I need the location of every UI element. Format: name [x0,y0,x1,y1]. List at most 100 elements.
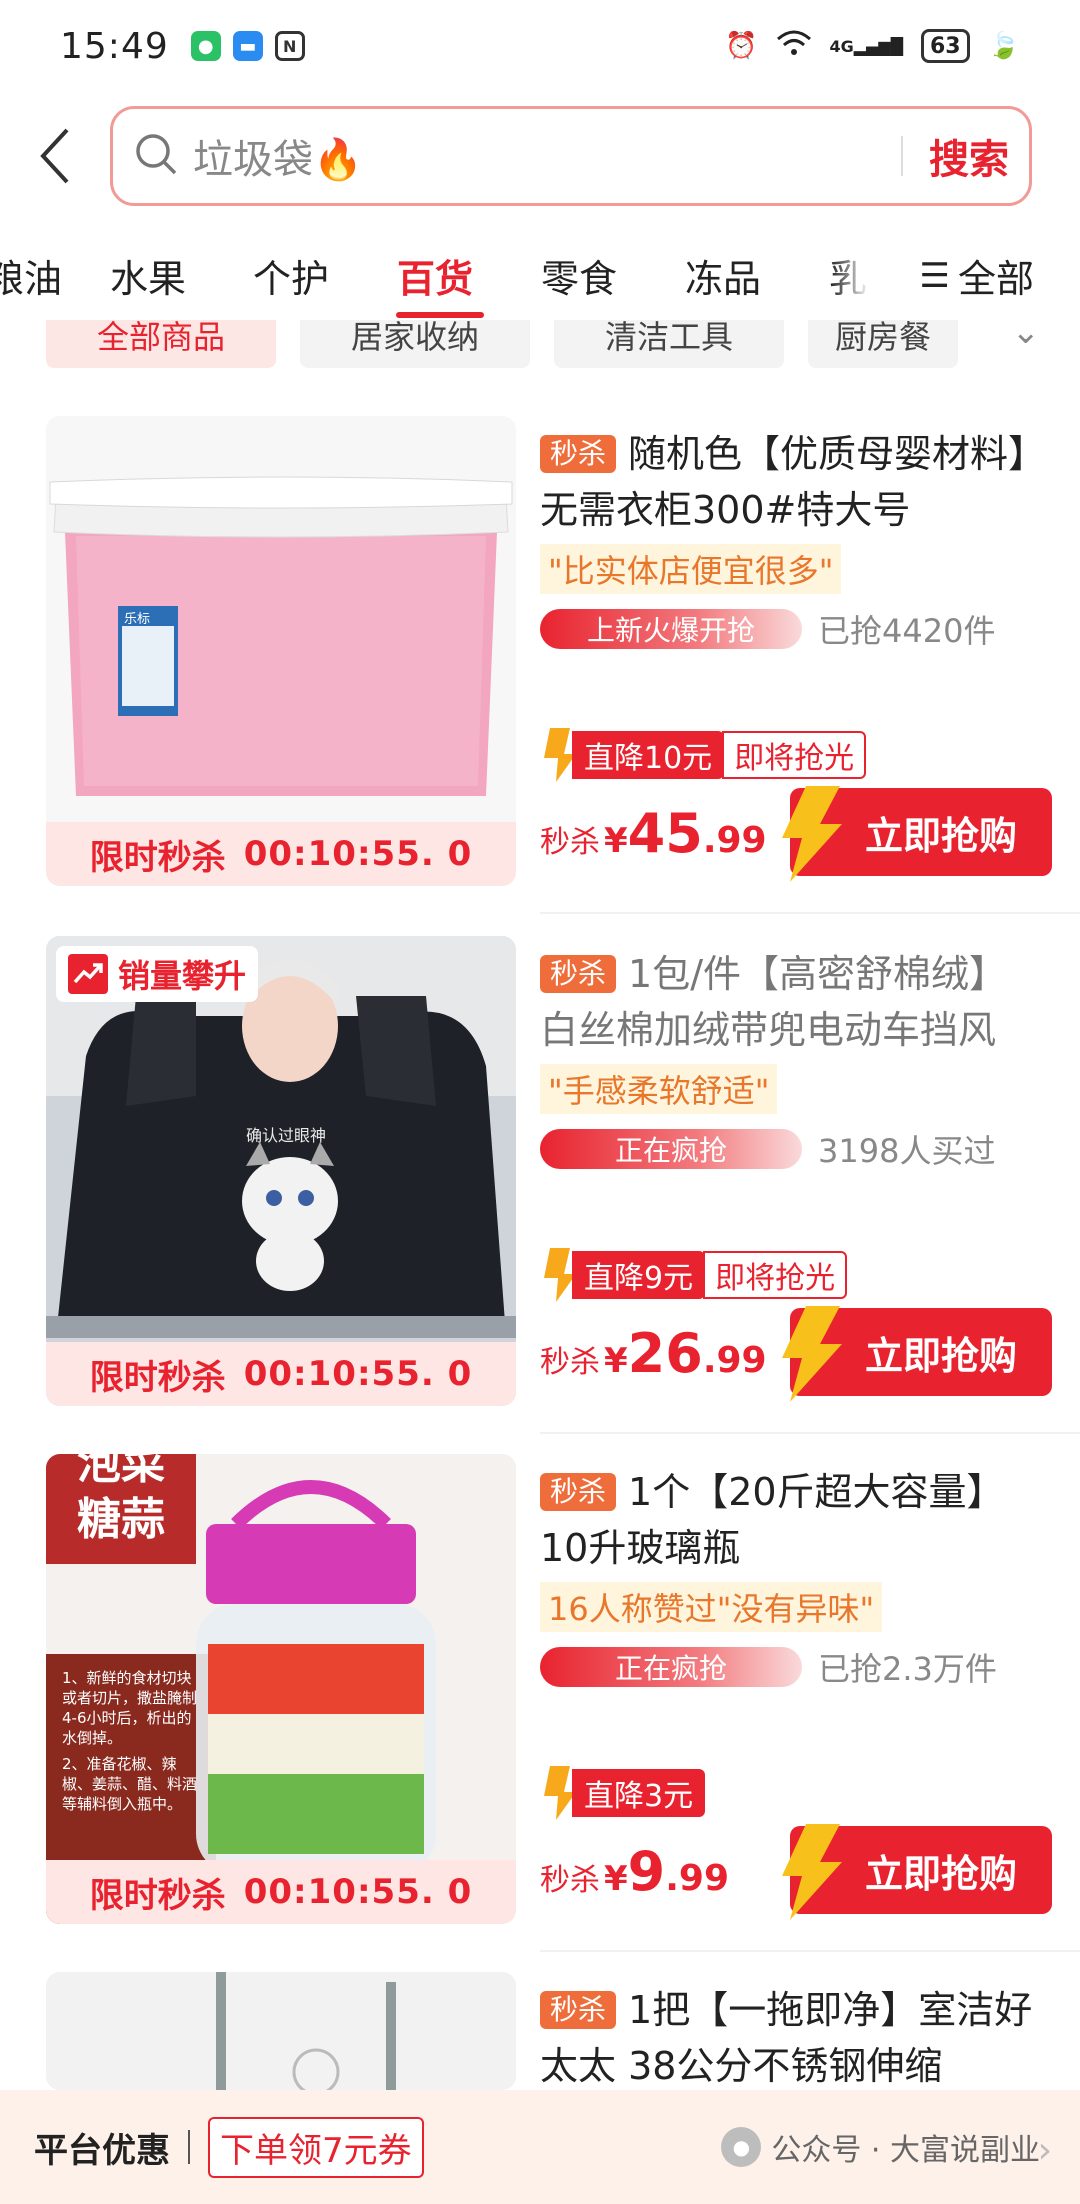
chevron-down-icon[interactable]: ⌄ [1012,320,1041,352]
nfc-icon: N [274,31,305,61]
tab-general-goods[interactable]: 百货 [397,248,473,303]
search-icon [133,131,179,181]
tab-fade [830,230,870,330]
price-decimal: .99 [702,1340,767,1381]
chip-home-storage[interactable]: 居家收纳 [300,320,530,368]
price-decimal: .99 [665,1858,730,1899]
back-arrow-icon [40,128,69,184]
status-right: ⏰ 4G▂▄▆█ 63 🍃 [725,29,1020,64]
back-button[interactable] [0,106,110,206]
buy-now-button[interactable]: 立即抢购 [782,786,1052,882]
flash-sale-badge: 秒杀 [540,955,617,993]
product-image[interactable]: 确认过眼神 销量攀升 限时秒杀 00:10:55. 0 [46,936,516,1406]
lightning-icon [782,1306,842,1402]
box-brand-label: 乐标 [124,612,151,627]
platform-discount-title: 平台优惠 [34,2130,170,2171]
battery-icon: 63 [921,29,970,63]
watermark: ● 公众号 · 大富说副业 [721,2125,1040,2169]
image-tag-garlic-text: 糖蒜 [77,1494,165,1545]
price-currency: ¥ [604,1859,628,1899]
image-tag-pickles-text: 泡菜 [77,1454,165,1489]
price-label: 秒杀 [540,825,600,860]
search-box[interactable]: 垃圾袋🔥 搜索 [110,106,1032,206]
trend-up-icon [68,954,108,994]
bottom-bar-divider [188,2130,190,2164]
timer-label: 限时秒杀 [89,837,226,878]
flash-sale-badge: 秒杀 [540,1991,617,2029]
windshield-image [46,936,516,1406]
tab-snacks[interactable]: 零食 [541,248,617,303]
sold-count: 已抢4420件 [818,612,996,650]
price-row: 秒杀 ¥ 9 .99 [540,1840,729,1903]
card-divider [540,1432,1080,1434]
buy-now-button[interactable]: 立即抢购 [782,1824,1052,1920]
all-categories-label: 全部 [957,257,1034,301]
price-decimal: .99 [702,820,767,861]
sales-progress-row: 正在疯抢 3198人买过 [540,1126,1040,1172]
timer-label: 限时秒杀 [89,1357,226,1398]
product-title[interactable]: 秒杀 1包/件【高密舒棉绒】白丝棉加绒带兜电动车挡风 [540,946,1040,1058]
chevron-right-icon[interactable]: › [1038,2130,1052,2171]
image-step-2: 2、准备花椒、辣椒、姜蒜、醋、料酒等辅料倒入瓶中。 [62,1755,198,1813]
selling-out-tag: 即将抢光 [722,731,867,779]
product-title[interactable]: 秒杀 1个【20斤超大容量】10升玻璃瓶 [540,1464,1040,1576]
tab-grain-oil[interactable]: 粮油 [0,248,62,303]
product-image[interactable] [46,1972,516,2090]
tab-personal-care[interactable]: 个护 [253,248,329,303]
flash-sale-timer: 限时秒杀 00:10:55. 0 [46,1860,516,1924]
platform-discount-bar[interactable]: 平台优惠 下单领7元券 ● 公众号 · 大富说副业 › [0,2090,1080,2204]
lightning-icon [782,1824,842,1920]
sales-progress-bar: 正在疯抢 [540,1647,802,1687]
price-row: 秒杀 ¥ 45 .99 [540,802,767,865]
notification-icons: ● ▬ N [190,31,305,61]
price-drop-row: 直降10元 即将抢光 [540,726,867,784]
timer-value: 00:10:55. 0 [243,1872,473,1912]
wechat-icon: ● [190,31,221,61]
flash-sale-badge: 秒杀 [540,435,617,473]
price-drop-tag: 直降3元 [572,1769,706,1817]
price-label: 秒杀 [540,1863,600,1898]
selling-out-tag: 即将抢光 [703,1251,848,1299]
chip-all-products[interactable]: 全部商品 [46,320,276,368]
product-image[interactable]: 泡菜 糖蒜 1、新鲜的食材切块或者切片，撒盐腌制4-6小时后，析出的水倒掉。 2… [46,1454,516,1924]
wechat-official-icon: ● [721,2127,762,2167]
lightning-icon [782,786,842,882]
chip-kitchen[interactable]: 厨房餐 [808,320,958,368]
tab-fruit[interactable]: 水果 [110,248,186,303]
buy-now-label: 立即抢购 [864,1333,1017,1378]
search-input[interactable]: 垃圾袋🔥 [193,127,875,185]
mop-image [46,1972,516,2090]
product-slogan: 16人称赞过"没有异味" [540,1582,883,1632]
sales-rising-tag: 销量攀升 [56,946,259,1002]
sold-count: 3198人买过 [818,1132,996,1170]
signal-icon: 4G▂▄▆█ [829,36,903,56]
product-info: 秒杀 随机色【优质母婴材料】无需衣柜300#特大号 "比实体店便宜很多" 上新火爆… [540,426,1052,882]
message-icon: ▬ [232,31,263,61]
status-time: 15:49 [60,25,169,67]
search-button[interactable]: 搜索 [929,127,1009,185]
product-title[interactable]: 秒杀 1把【一拖即净】室洁好太太 38公分不锈钢伸缩 [540,1982,1040,2094]
flash-sale-timer: 限时秒杀 00:10:55. 0 [46,822,516,886]
image-step-1: 1、新鲜的食材切块或者切片，撒盐腌制4-6小时后，析出的水倒掉。 [62,1669,198,1747]
buy-now-button[interactable]: 立即抢购 [782,1306,1052,1402]
image-tag-pickles: 泡菜 糖蒜 [56,1454,186,1548]
sold-count: 已抢2.3万件 [818,1650,997,1688]
chip-cleaning-tools[interactable]: 清洁工具 [554,320,784,368]
battery-level: 63 [930,33,961,59]
leaf-icon: 🍃 [987,31,1020,61]
price-currency: ¥ [604,1341,628,1381]
product-title[interactable]: 秒杀 随机色【优质母婴材料】无需衣柜300#特大号 [540,426,1040,538]
buy-now-label: 立即抢购 [864,813,1017,858]
product-image[interactable]: 乐标 限时秒杀 00:10:55. 0 [46,416,516,886]
all-categories-button[interactable]: ☰ 全部 [905,248,1034,303]
price-label: 秒杀 [540,1345,600,1380]
price-currency: ¥ [604,821,628,861]
timer-value: 00:10:55. 0 [243,1354,473,1394]
active-tab-indicator [396,312,484,318]
watermark-text: 公众号 · 大富说副业 [771,2133,1040,2168]
coupon-button[interactable]: 下单领7元券 [208,2116,424,2178]
flash-sale-timer: 限时秒杀 00:10:55. 0 [46,1342,516,1406]
tab-frozen[interactable]: 冻品 [685,248,761,303]
price-drop-row: 直降9元 即将抢光 [540,1246,848,1304]
timer-value: 00:10:55. 0 [243,834,473,874]
